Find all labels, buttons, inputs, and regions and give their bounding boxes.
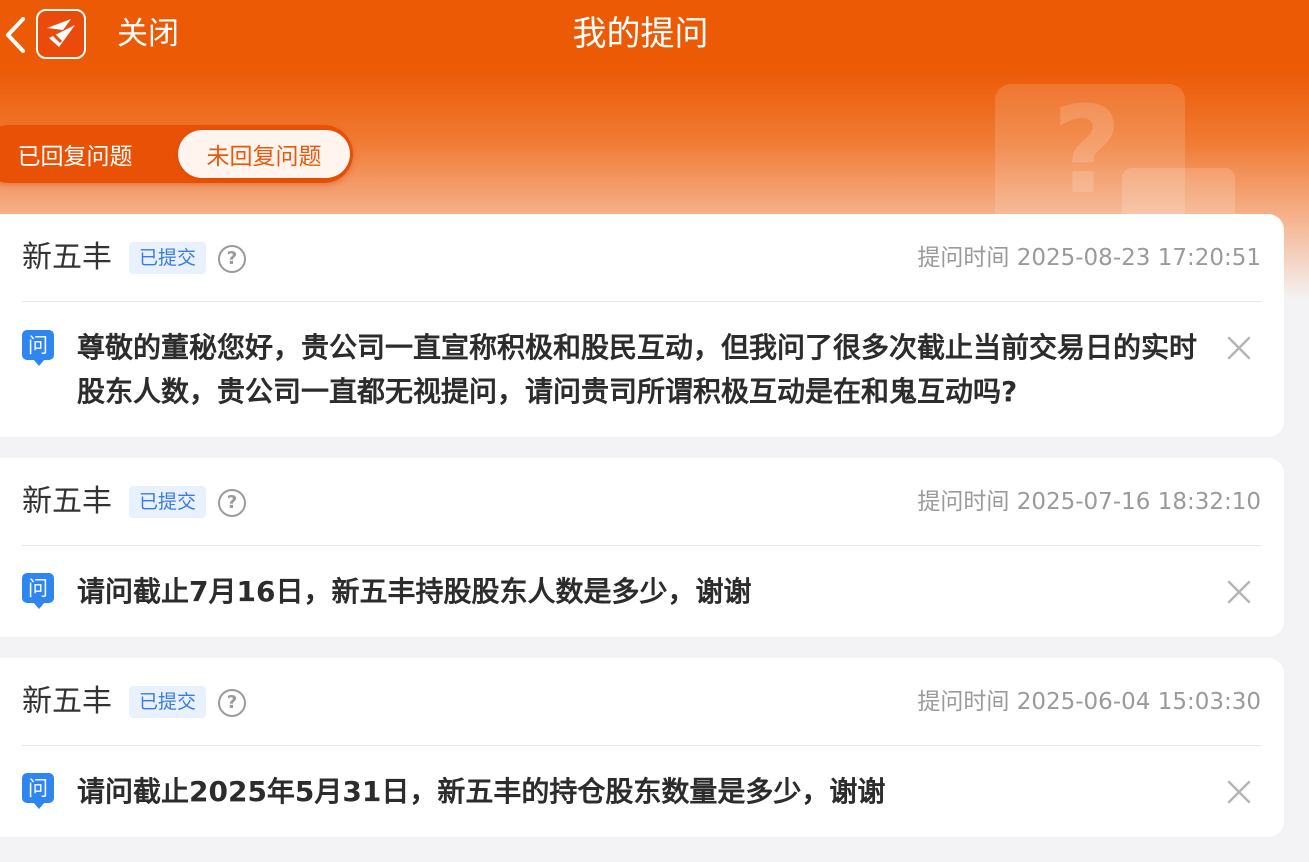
status-badge: 已提交 (129, 686, 207, 718)
tab-unreplied-questions[interactable]: 未回复问题 (178, 130, 350, 178)
question-text: 请问截止7月16日，新五丰持股股东人数是多少，谢谢 (77, 575, 752, 608)
close-icon (1227, 780, 1251, 804)
help-icon[interactable]: ? (218, 245, 246, 273)
close-icon (1227, 580, 1251, 604)
status-badge: 已提交 (129, 486, 207, 518)
question-text: 尊敬的董秘您好，贵公司一直宣称积极和股民互动，但我问了很多次截止当前交易日的实时… (77, 331, 1198, 408)
top-bar: 关闭 我的提问 (0, 0, 1309, 70)
card-header: 新五丰 已提交 ? 提问时间 2025-07-16 18:32:10 (22, 458, 1261, 546)
help-icon[interactable]: ? (218, 689, 246, 717)
status-badge: 已提交 (129, 242, 207, 274)
tab-replied-questions[interactable]: 已回复问题 (0, 125, 150, 183)
company-name: 新五丰 (22, 684, 112, 719)
my-questions-page: ? 关闭 我的提问 已回复问题 未回复问题 新五丰 已提交 ? 提问时间 202… (0, 0, 1309, 862)
delete-button[interactable] (1223, 332, 1255, 364)
page-title: 我的提问 (572, 14, 709, 54)
delete-button[interactable] (1223, 776, 1255, 808)
close-icon (1227, 336, 1251, 360)
question-time: 提问时间 2025-07-16 18:32:10 (917, 489, 1261, 515)
question-time: 提问时间 2025-08-23 17:20:51 (917, 245, 1261, 271)
question-time: 提问时间 2025-06-04 15:03:30 (917, 689, 1261, 715)
card-header: 新五丰 已提交 ? 提问时间 2025-08-23 17:20:51 (22, 214, 1261, 302)
company-name: 新五丰 (22, 240, 112, 275)
question-mark-illustration-icon: ? (1052, 82, 1122, 221)
help-icon[interactable]: ? (218, 489, 246, 517)
question-card: 新五丰 已提交 ? 提问时间 2025-06-04 15:03:30 问 请问截… (0, 658, 1284, 837)
question-tabs: 已回复问题 未回复问题 (0, 125, 353, 183)
question-card: 新五丰 已提交 ? 提问时间 2025-07-16 18:32:10 问 请问截… (0, 458, 1284, 637)
card-header: 新五丰 已提交 ? 提问时间 2025-06-04 15:03:30 (22, 658, 1261, 746)
delete-button[interactable] (1223, 576, 1255, 608)
question-icon: 问 (22, 573, 54, 609)
question-card: 新五丰 已提交 ? 提问时间 2025-08-23 17:20:51 问 尊敬的… (0, 214, 1284, 437)
question-icon: 问 (22, 773, 54, 809)
question-icon: 问 (22, 330, 54, 366)
company-name: 新五丰 (22, 484, 112, 519)
question-text: 请问截止2025年5月31日，新五丰的持仓股东数量是多少，谢谢 (77, 775, 886, 808)
